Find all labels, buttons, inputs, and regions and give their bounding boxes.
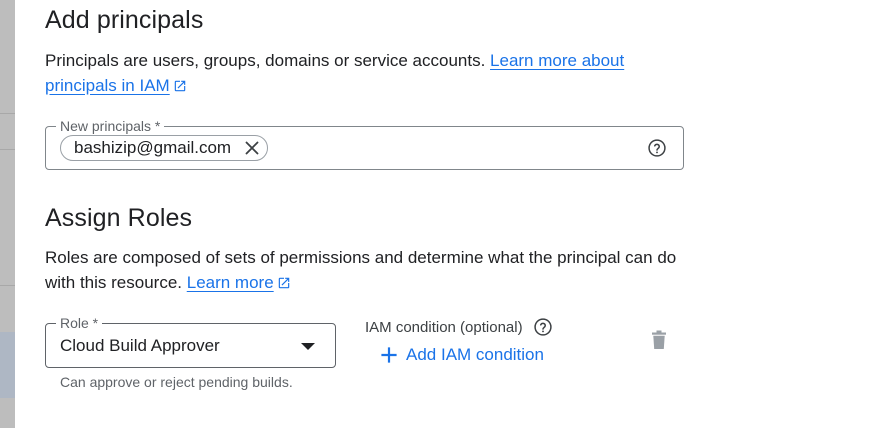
principals-description-text: Principals are users, groups, domains or… [45, 51, 491, 70]
background-selected-row [0, 332, 15, 398]
new-principals-field[interactable]: New principals * bashizip@gmail.com [45, 117, 684, 170]
open-in-new-icon [174, 80, 185, 92]
roles-description: Roles are composed of sets of permission… [45, 245, 695, 295]
principal-chip[interactable]: bashizip@gmail.com [60, 135, 269, 161]
dropdown-arrow-icon [301, 343, 315, 350]
assign-roles-heading: Assign Roles [45, 204, 193, 232]
iam-condition-label: IAM condition (optional) [365, 317, 553, 337]
grant-access-panel: Add principals Principals are users, gro… [15, 0, 881, 428]
open-in-new-icon [278, 277, 289, 289]
add-principals-heading: Add principals [45, 6, 204, 34]
close-icon [245, 141, 259, 155]
iam-condition-label-text: IAM condition (optional) [365, 318, 523, 336]
plus-icon [381, 347, 397, 363]
help-circle-icon[interactable] [533, 317, 553, 337]
background-divider [0, 149, 15, 150]
background-divider [0, 285, 15, 286]
principal-chip-label: bashizip@gmail.com [74, 138, 232, 157]
learn-more-roles-link[interactable]: Learn more [187, 273, 291, 292]
background-divider [0, 113, 15, 114]
role-select-value: Cloud Build Approver [60, 336, 220, 355]
role-select-label: Role * [56, 314, 103, 332]
add-iam-condition-label: Add IAM condition [406, 345, 544, 364]
learn-more-roles-link-text: Learn more [186, 273, 274, 292]
help-circle-icon[interactable] [647, 138, 667, 158]
principals-description: Principals are users, groups, domains or… [45, 48, 665, 98]
new-principals-label: New principals * [56, 117, 165, 135]
role-select[interactable]: Role * Cloud Build Approver [45, 314, 336, 368]
add-iam-condition-button[interactable]: Add IAM condition [381, 343, 544, 367]
roles-description-text: Roles are composed of sets of permission… [45, 248, 677, 292]
trash-icon[interactable] [651, 330, 667, 350]
role-hint-text: Can approve or reject pending builds. [60, 374, 293, 390]
background-page-strip [0, 0, 15, 428]
remove-chip-button[interactable] [243, 139, 261, 157]
